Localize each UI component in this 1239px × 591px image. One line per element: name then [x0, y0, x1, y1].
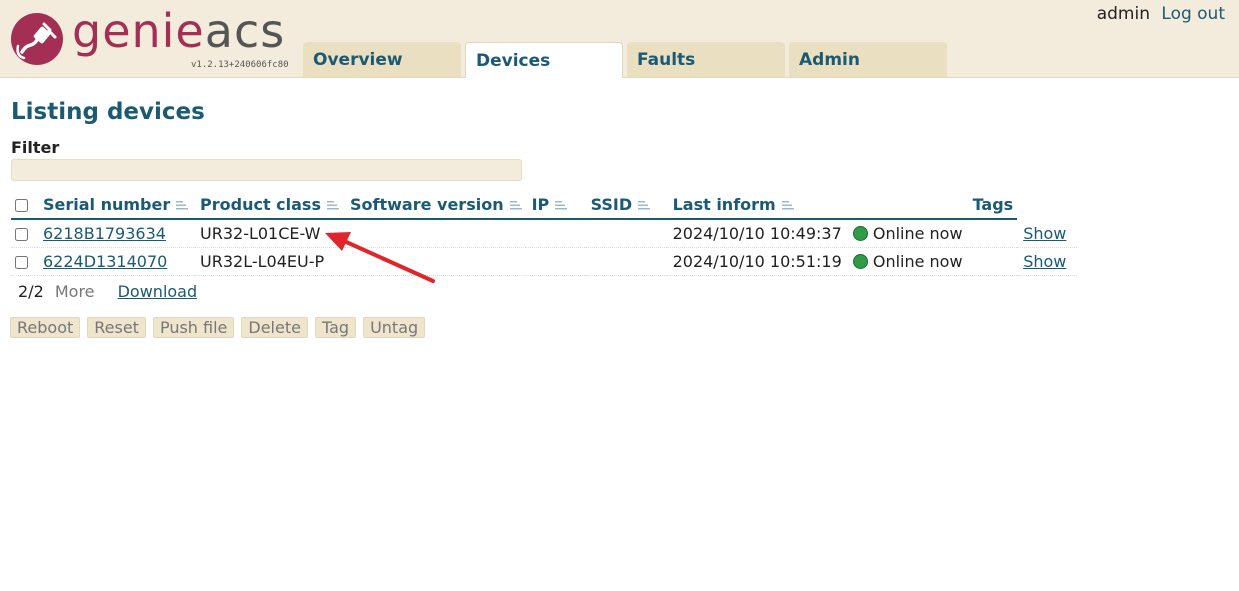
product-class-cell: UR32-L01CE-W: [194, 219, 344, 248]
row-checkbox[interactable]: [15, 256, 28, 269]
genieacs-logo[interactable]: genieacs v1.2.13+240606fc80: [10, 4, 290, 72]
ssid-cell: [584, 247, 667, 276]
column-serial-number[interactable]: Serial number: [37, 190, 194, 220]
download-link[interactable]: Download: [118, 282, 198, 301]
sort-icon: [326, 201, 339, 210]
more-button[interactable]: More: [55, 282, 95, 301]
product-class-cell: UR32L-L04EU-P: [194, 247, 344, 276]
column-label: Tags: [972, 194, 1014, 214]
delete-button[interactable]: Delete: [241, 317, 308, 338]
sort-icon: [555, 201, 568, 210]
tags-cell: [966, 219, 1018, 248]
table-header-row: Serial number Product class Software ver…: [11, 190, 1077, 220]
pager: 2/2 More Download: [18, 282, 197, 301]
reset-button[interactable]: Reset: [87, 317, 146, 338]
select-all-checkbox[interactable]: [15, 198, 28, 212]
last-inform-cell: 2024/10/10 10:49:37 Online now: [666, 219, 967, 248]
tags-cell: [966, 247, 1018, 276]
serial-link[interactable]: 6224D1314070: [43, 252, 167, 271]
ssid-cell: [584, 219, 667, 248]
column-product-class[interactable]: Product class: [194, 190, 344, 220]
tab-overview[interactable]: Overview: [303, 42, 461, 77]
last-inform-cell: 2024/10/10 10:51:19 Online now: [666, 247, 967, 276]
last-inform-time: 2024/10/10 10:51:19: [672, 252, 842, 271]
column-ssid[interactable]: SSID: [584, 190, 667, 220]
sort-icon: [781, 201, 794, 210]
serial-cell: 6224D1314070: [37, 247, 194, 276]
column-label: Product class: [200, 194, 321, 214]
column-actions: [1017, 190, 1077, 219]
show-link[interactable]: Show: [1023, 252, 1066, 271]
software-version-cell: [344, 247, 526, 276]
tag-button[interactable]: Tag: [314, 317, 357, 338]
ip-cell: [525, 219, 585, 248]
column-last-inform[interactable]: Last inform: [666, 190, 967, 220]
serial-cell: 6218B1793634: [37, 219, 194, 248]
devices-table-wrap: Serial number Product class Software ver…: [11, 190, 1081, 276]
online-status-icon: [852, 226, 868, 241]
filter-input[interactable]: [11, 159, 522, 181]
logo-plug-icon: [11, 13, 63, 65]
column-label: SSID: [590, 194, 633, 214]
row-select-cell: [11, 247, 37, 276]
sort-icon: [176, 201, 189, 210]
reboot-button[interactable]: Reboot: [10, 317, 81, 338]
status: Online now: [852, 252, 963, 271]
serial-link[interactable]: 6218B1793634: [43, 224, 166, 243]
table-row: 6218B1793634 UR32-L01CE-W 2024/10/10 10:…: [11, 219, 1078, 248]
app-header: genieacs v1.2.13+240606fc80 Overview Dev…: [0, 0, 1239, 78]
last-inform-time: 2024/10/10 10:49:37: [672, 224, 842, 243]
devices-table: Serial number Product class Software ver…: [11, 190, 1078, 276]
username: admin: [1096, 4, 1150, 24]
column-tags: Tags: [966, 190, 1018, 220]
untag-button[interactable]: Untag: [363, 317, 426, 338]
status-text: Online now: [872, 252, 963, 271]
software-version-cell: [344, 219, 526, 248]
device-count: 2/2: [18, 282, 44, 301]
show-cell: Show: [1017, 219, 1078, 248]
select-all-cell: [11, 190, 37, 220]
version-label: v1.2.13+240606fc80: [191, 60, 289, 70]
logo-text-acs: acs: [204, 4, 286, 58]
filter-label: Filter: [11, 138, 60, 157]
tab-admin[interactable]: Admin: [789, 42, 947, 77]
show-link[interactable]: Show: [1023, 224, 1066, 243]
tab-devices[interactable]: Devices: [465, 42, 623, 78]
user-box: admin Log out: [1097, 4, 1225, 24]
row-select-cell: [11, 219, 37, 248]
row-checkbox[interactable]: [15, 228, 28, 241]
column-label: Software version: [350, 194, 504, 214]
status-text: Online now: [872, 224, 963, 243]
logo-text: genieacs: [72, 4, 285, 58]
column-label: Last inform: [672, 194, 776, 214]
table-row: 6224D1314070 UR32L-L04EU-P 2024/10/10 10…: [11, 247, 1078, 276]
logout-link[interactable]: Log out: [1161, 4, 1225, 24]
tab-faults[interactable]: Faults: [627, 42, 785, 77]
column-software-version[interactable]: Software version: [344, 190, 526, 220]
online-status-icon: [852, 254, 868, 269]
sort-icon: [638, 201, 651, 210]
show-cell: Show: [1017, 247, 1078, 276]
status: Online now: [852, 224, 963, 243]
column-ip[interactable]: IP: [525, 190, 585, 220]
bulk-actions: Reboot Reset Push file Delete Tag Untag: [10, 317, 432, 338]
sort-icon: [509, 201, 522, 210]
column-label: IP: [531, 194, 550, 214]
logo-text-genie: genie: [72, 4, 205, 58]
column-label: Serial number: [43, 194, 171, 214]
ip-cell: [525, 247, 585, 276]
push-file-button[interactable]: Push file: [152, 317, 235, 338]
page-title: Listing devices: [11, 99, 205, 125]
